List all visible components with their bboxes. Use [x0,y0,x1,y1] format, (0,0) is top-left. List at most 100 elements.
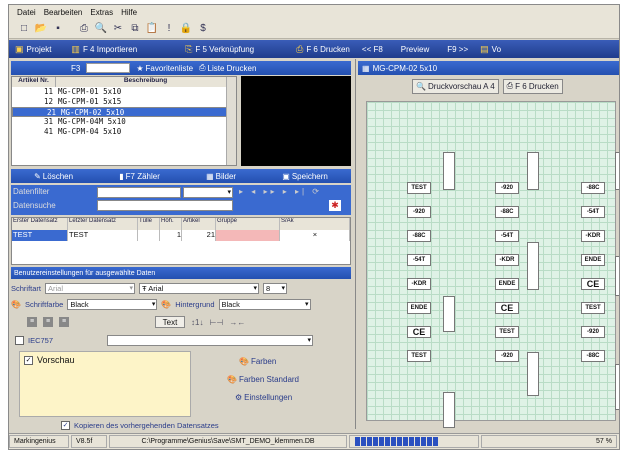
favorites-button[interactable]: ★ Favoritenliste [136,64,193,73]
col-header-last[interactable]: Letzter Datensatz [68,218,138,230]
table-row[interactable]: TEST TEST 1 21 × [12,230,350,241]
images-button[interactable]: ▦ Bilder [206,172,236,181]
open-folder-icon[interactable]: 📂 [34,22,48,36]
marker-tag[interactable]: -54T [495,230,519,242]
preview-icon[interactable]: 🔍 [94,22,108,36]
marker-tag[interactable]: ENDE [581,254,605,266]
colors-button[interactable]: 🎨 Farben [239,357,276,366]
col-header-hoehe[interactable]: Höh. [160,218,182,230]
fkey-next[interactable]: F9 >> [441,45,474,54]
new-file-icon[interactable]: □ [17,22,31,36]
spacing-icon[interactable]: ⊢⊣ [209,318,223,327]
text-button[interactable]: Text [155,316,185,328]
delete-button[interactable]: ✎ Löschen [34,172,73,181]
menu-extras[interactable]: Extras [90,8,113,17]
info-icon[interactable]: ! [162,22,176,36]
save-button[interactable]: ▣ Speichern [282,172,328,181]
vertical-marker[interactable] [443,152,455,190]
list-print-button[interactable]: ⎙ Liste Drucken [199,63,256,73]
print-icon[interactable]: ⎙ [77,22,91,36]
cut-icon[interactable]: ✂ [111,22,125,36]
vertical-marker[interactable] [527,352,539,396]
marker-tag[interactable]: -920 [495,182,519,194]
marker-tag[interactable]: -88C [581,350,605,362]
marker-tag[interactable]: TEST [581,302,605,314]
cell-hoehe[interactable]: 1 [160,230,182,241]
datensuche-input[interactable] [97,200,233,211]
marker-tag[interactable]: CE [495,302,519,314]
col-header-first[interactable]: Erster Datensatz [12,218,68,230]
marker-tag[interactable]: -920 [581,326,605,338]
marker-tag[interactable]: -88C [407,230,431,242]
dataset-grid[interactable]: Erster Datensatz Letzter Datensatz Tülle… [11,217,351,265]
fg-color-select[interactable]: Black [67,298,158,310]
vertical-marker[interactable] [615,256,619,296]
marker-tag[interactable]: TEST [495,326,519,338]
cell-first[interactable]: TEST [12,230,68,241]
settings-icon[interactable]: $ [196,22,210,36]
cell-last[interactable]: TEST [68,230,138,241]
font-size-select[interactable]: 8 [263,282,288,294]
align-left-icon[interactable]: ≡ [27,317,37,327]
settings-button[interactable]: ⚙ Einstellungen [235,393,292,402]
vertical-marker[interactable] [527,152,539,190]
marker-tag[interactable]: -KDR [495,254,519,266]
list-item[interactable]: 41 MG-CPM-04 5x10 [12,127,236,137]
arrow-spacing-icon[interactable]: →← [229,318,245,327]
vertical-marker[interactable] [615,152,619,190]
marker-tag[interactable]: TEST [407,182,431,194]
cell-sak[interactable]: × [280,230,350,241]
marker-tag[interactable]: ENDE [407,302,431,314]
marker-tag[interactable]: ENDE [495,278,519,290]
fkey-link[interactable]: ⎘ F 5 Verknüpfung [179,44,260,55]
marker-tag[interactable]: CE [407,326,431,338]
col-header-beschreibung[interactable]: Beschreibung [56,77,236,87]
list-item[interactable]: 21 MG-CPM-02 5x10 [12,107,236,117]
menu-hilfe[interactable]: Hilfe [121,8,137,17]
marker-tag[interactable]: -KDR [407,278,431,290]
marker-tag[interactable]: -88C [495,206,519,218]
iec-checkbox[interactable] [15,335,24,345]
copy-icon[interactable]: ⧉ [128,22,142,36]
marker-tag[interactable]: -88C [581,182,605,194]
col-header-tuelle[interactable]: Tülle [138,218,160,230]
marker-tag[interactable]: -54T [407,254,431,266]
vorschau-checkbox[interactable]: ✓ [24,355,33,365]
menu-datei[interactable]: Datei [17,8,36,17]
iec-select[interactable] [107,334,314,346]
paste-icon[interactable]: 📋 [145,22,159,36]
print-button[interactable]: ⎙ F 6 Drucken [502,78,563,94]
fkey-projekt[interactable]: ▣ Projekt [9,44,57,55]
clear-search-icon[interactable]: ✱ [329,200,341,211]
article-list[interactable]: Artikel Nr. Beschreibung 11 MG-CPM-01 5x1… [11,76,237,166]
align-center-icon[interactable]: ≡ [43,317,53,327]
datenfilter-input[interactable] [97,187,181,198]
vertical-marker[interactable] [527,242,539,290]
save-icon[interactable]: ▪ [51,22,65,36]
vertical-marker[interactable] [443,392,455,428]
list-item[interactable]: 12 MG-CPM-01 5x15 [12,97,236,107]
align-right-icon[interactable]: ≡ [59,317,69,327]
col-header-artikel[interactable]: Artikel Nr. [12,77,56,87]
cell-artikel[interactable]: 21 [182,230,216,241]
vertical-marker[interactable] [615,364,619,410]
marker-tag[interactable]: -KDR [581,230,605,242]
print-preview-button[interactable]: 🔍 Druckvorschau A 4 [412,78,499,94]
cell-gruppe[interactable] [216,230,280,241]
col-header-artikel[interactable]: Artikel [182,218,216,230]
col-header-sak[interactable]: S/Ak [280,218,350,230]
fkey-preview[interactable]: Preview [395,45,435,54]
fkey-print[interactable]: ⎙ F 6 Drucken [290,44,356,55]
fkey-view[interactable]: ▤ Vo [474,44,507,55]
font-select[interactable]: Ŧ Arial [139,282,260,294]
lock-icon[interactable]: 🔒 [179,22,193,36]
vertical-marker[interactable] [443,296,455,332]
sort-icon[interactable]: ↕1↓ [191,318,203,327]
col-header-gruppe[interactable]: Gruppe [216,218,280,230]
fkey-prev[interactable]: << F8 [356,45,389,54]
colors-standard-button[interactable]: 🎨 Farben Standard [227,375,299,384]
search-input[interactable] [86,63,131,73]
label-sheet[interactable]: TEST -920 -88C -54T -KDR ENDE CE TEST -920 -88C -5… [366,101,619,428]
bg-color-select[interactable]: Black [218,298,311,310]
list-item[interactable]: 31 MG-CPM-04M 5x10 [12,117,236,127]
